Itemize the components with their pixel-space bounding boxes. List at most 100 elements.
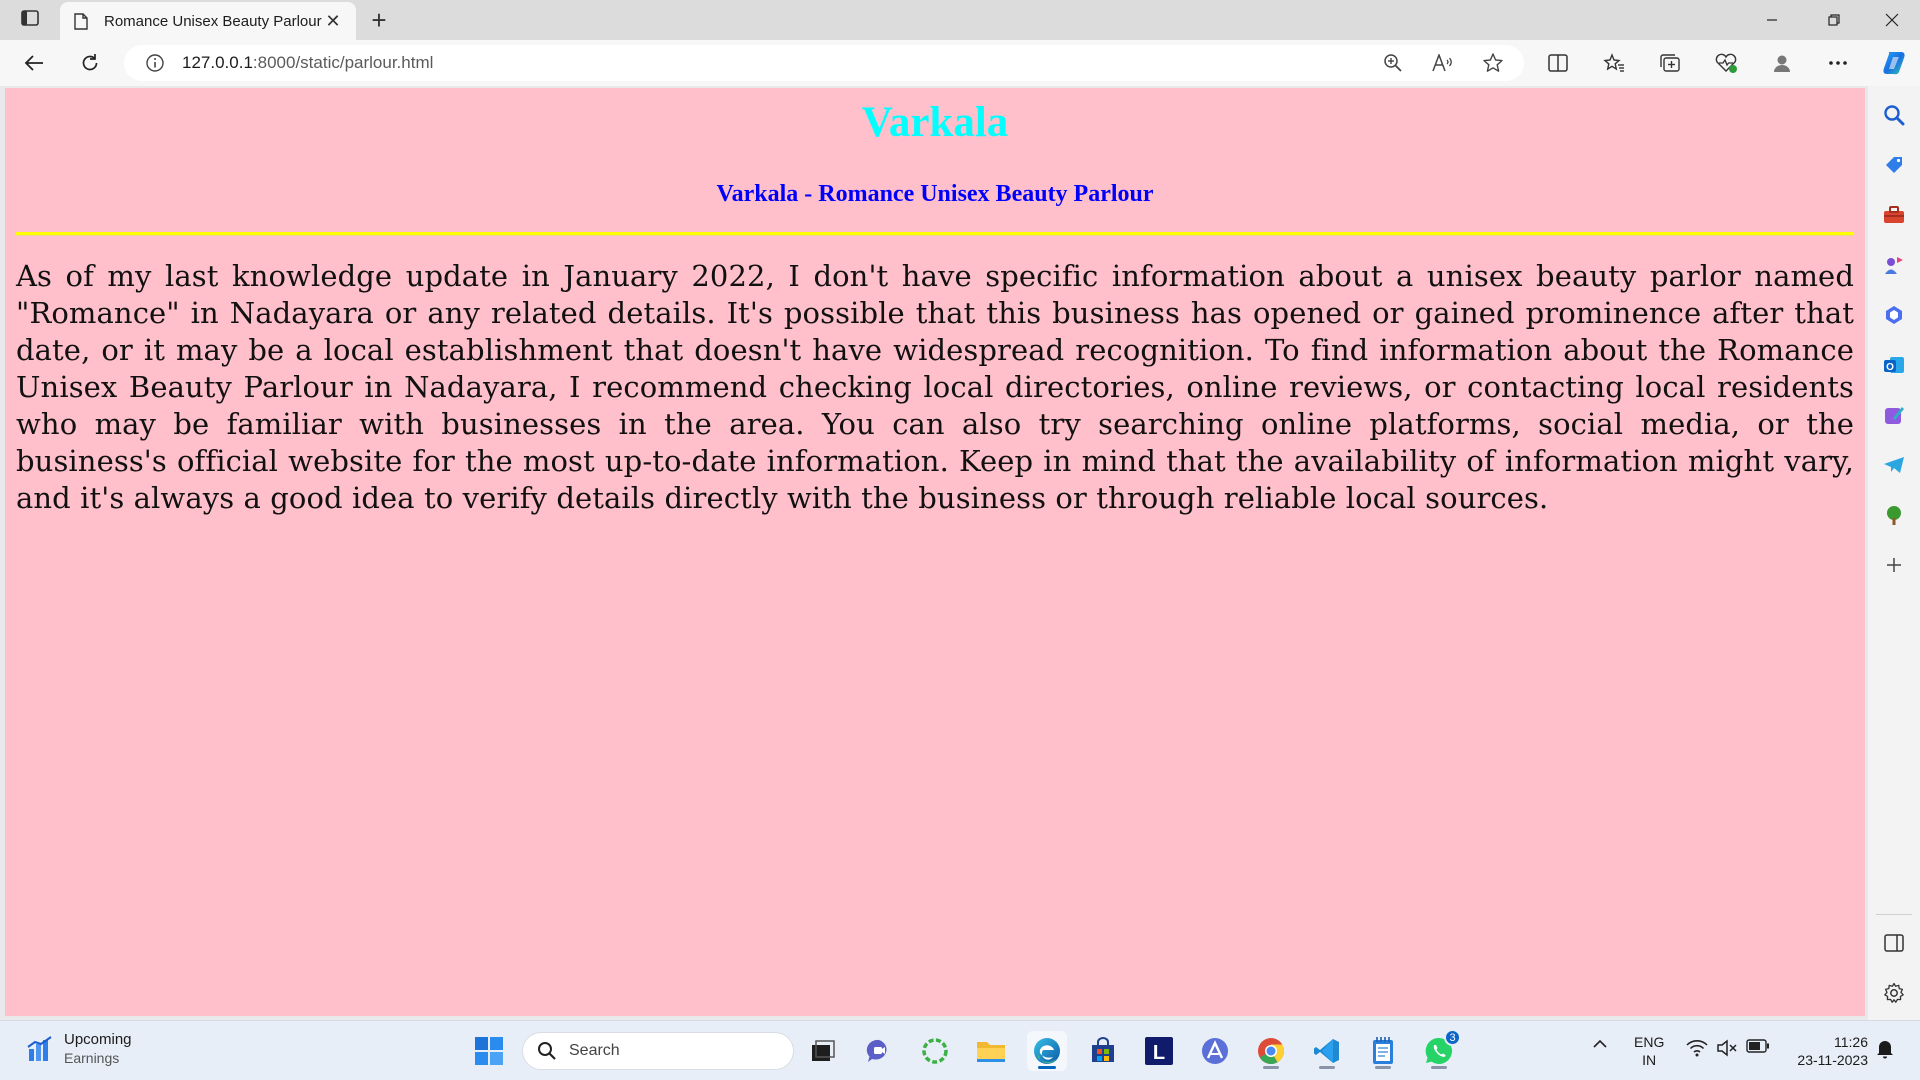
- language-code: ENG: [1634, 1034, 1665, 1050]
- close-window-button[interactable]: [1864, 0, 1920, 40]
- profile-button[interactable]: [1764, 46, 1800, 80]
- new-tab-button[interactable]: +: [364, 4, 394, 35]
- teams-chat-button[interactable]: [859, 1031, 899, 1071]
- games-icon[interactable]: [1879, 250, 1909, 280]
- collections-button[interactable]: [1652, 46, 1688, 80]
- widget-title: Upcoming: [64, 1031, 132, 1048]
- taskbar-search[interactable]: Search: [522, 1032, 794, 1070]
- show-hidden-icons-button[interactable]: [1592, 1039, 1608, 1049]
- horizontal-rule: [16, 232, 1854, 236]
- chevron-up-icon: [1593, 1039, 1607, 1048]
- address-bar[interactable]: 127.0.0.1:8000/static/parlour.html: [124, 45, 1524, 81]
- date-text: 23-11-2023: [1797, 1052, 1868, 1068]
- maximize-button[interactable]: [1806, 0, 1862, 40]
- url-text[interactable]: 127.0.0.1:8000/static/parlour.html: [182, 53, 433, 73]
- whatsapp-button[interactable]: 3: [1419, 1029, 1461, 1071]
- url-path: :8000/static/parlour.html: [252, 53, 434, 72]
- telegram-icon[interactable]: [1879, 450, 1909, 480]
- running-indicator: [1431, 1066, 1447, 1069]
- read-aloud-icon[interactable]: [1428, 48, 1458, 78]
- favorites-button[interactable]: [1596, 46, 1632, 80]
- back-arrow-icon: [24, 55, 43, 71]
- running-indicator: [1263, 1066, 1279, 1069]
- microsoft365-icon[interactable]: [1879, 300, 1909, 330]
- volume-muted-icon[interactable]: [1716, 1039, 1738, 1057]
- store-button[interactable]: [1083, 1031, 1123, 1071]
- clock[interactable]: 11:26 23-11-2023: [1784, 1033, 1868, 1069]
- svg-text:O: O: [1886, 362, 1894, 373]
- plus-icon: +: [371, 4, 387, 35]
- more-button[interactable]: [1820, 46, 1856, 80]
- start-button[interactable]: [469, 1031, 509, 1071]
- favorites-icon: [1603, 53, 1624, 72]
- more-icon: [1829, 61, 1847, 65]
- task-view-button[interactable]: [803, 1031, 843, 1071]
- info-icon[interactable]: [144, 52, 166, 74]
- page-subtitle: Varkala - Romance Unisex Beauty Parlour: [716, 181, 1154, 207]
- page-favicon-icon: [72, 12, 90, 30]
- arc-app-button[interactable]: [1195, 1031, 1235, 1071]
- windows-taskbar: Upcoming Earnings Search L 3 ENG IN 11:2…: [0, 1020, 1920, 1080]
- notepad-button[interactable]: [1363, 1031, 1403, 1071]
- close-icon[interactable]: ✕: [322, 10, 344, 32]
- back-button[interactable]: [16, 46, 52, 80]
- tree-icon[interactable]: [1879, 500, 1909, 530]
- browser-tab[interactable]: Romance Unisex Beauty Parlour ✕: [60, 2, 356, 40]
- l-app-button[interactable]: L: [1139, 1031, 1179, 1071]
- wifi-icon[interactable]: [1686, 1039, 1708, 1057]
- browser-essentials-button[interactable]: [1708, 46, 1744, 80]
- tab-strip: Romance Unisex Beauty Parlour ✕ +: [0, 0, 1920, 40]
- minimize-button[interactable]: [1744, 0, 1800, 40]
- minimize-icon: [1767, 19, 1777, 21]
- edge-icon: [1034, 1038, 1060, 1064]
- running-indicator: [1319, 1066, 1335, 1069]
- green-ring-icon: [922, 1038, 948, 1064]
- edge-button[interactable]: [1027, 1031, 1067, 1071]
- split-screen-button[interactable]: [1540, 46, 1576, 80]
- chat-icon: [866, 1039, 887, 1062]
- battery-icon[interactable]: [1746, 1039, 1770, 1053]
- notification-badge: 3: [1444, 1029, 1461, 1046]
- designer-icon[interactable]: [1879, 400, 1909, 430]
- running-indicator: [1375, 1066, 1391, 1069]
- refresh-button[interactable]: [72, 46, 108, 80]
- l-app-icon: L: [1145, 1037, 1173, 1065]
- search-label: Search: [569, 1042, 620, 1059]
- shopping-icon[interactable]: [1879, 150, 1909, 180]
- browser-essentials-icon: [1715, 53, 1737, 73]
- active-indicator: [1038, 1066, 1056, 1069]
- file-explorer-button[interactable]: [971, 1031, 1011, 1071]
- refresh-icon: [82, 54, 98, 71]
- settings-icon[interactable]: [1879, 978, 1909, 1008]
- vscode-button[interactable]: [1307, 1031, 1347, 1071]
- task-view-icon: [812, 1040, 835, 1061]
- favorite-star-icon[interactable]: [1478, 48, 1508, 78]
- sidebar-divider: [1876, 914, 1912, 915]
- chrome-button[interactable]: [1251, 1031, 1291, 1071]
- svg-text:L: L: [1153, 1042, 1165, 1064]
- split-screen-icon: [1548, 54, 1568, 72]
- tab-actions-button[interactable]: [16, 8, 44, 32]
- time-text: 11:26: [1834, 1034, 1868, 1050]
- tools-icon[interactable]: [1879, 200, 1909, 230]
- add-icon[interactable]: [1879, 550, 1909, 580]
- language-indicator[interactable]: ENG IN: [1634, 1033, 1664, 1069]
- sidebar-toggle-icon[interactable]: [1879, 928, 1909, 958]
- windows-logo-icon: [475, 1037, 503, 1065]
- zoom-icon[interactable]: [1378, 48, 1408, 78]
- tab-actions-icon: [21, 9, 39, 31]
- app-green-ring-button[interactable]: [915, 1031, 955, 1071]
- search-icon[interactable]: [1879, 100, 1909, 130]
- outlook-icon[interactable]: O: [1879, 350, 1909, 380]
- arc-app-icon: [1202, 1038, 1228, 1064]
- maximize-icon: [1828, 14, 1840, 26]
- copilot-icon: [1883, 52, 1905, 75]
- tab-title: Romance Unisex Beauty Parlour: [104, 12, 322, 30]
- collections-icon: [1660, 54, 1680, 72]
- page-title: Varkala: [861, 99, 1009, 146]
- notifications-button[interactable]: [1876, 1039, 1894, 1059]
- copilot-button[interactable]: [1876, 46, 1912, 80]
- profile-icon: [1774, 55, 1790, 72]
- chrome-icon: [1258, 1038, 1285, 1065]
- weather-widget[interactable]: Upcoming Earnings: [26, 1031, 132, 1066]
